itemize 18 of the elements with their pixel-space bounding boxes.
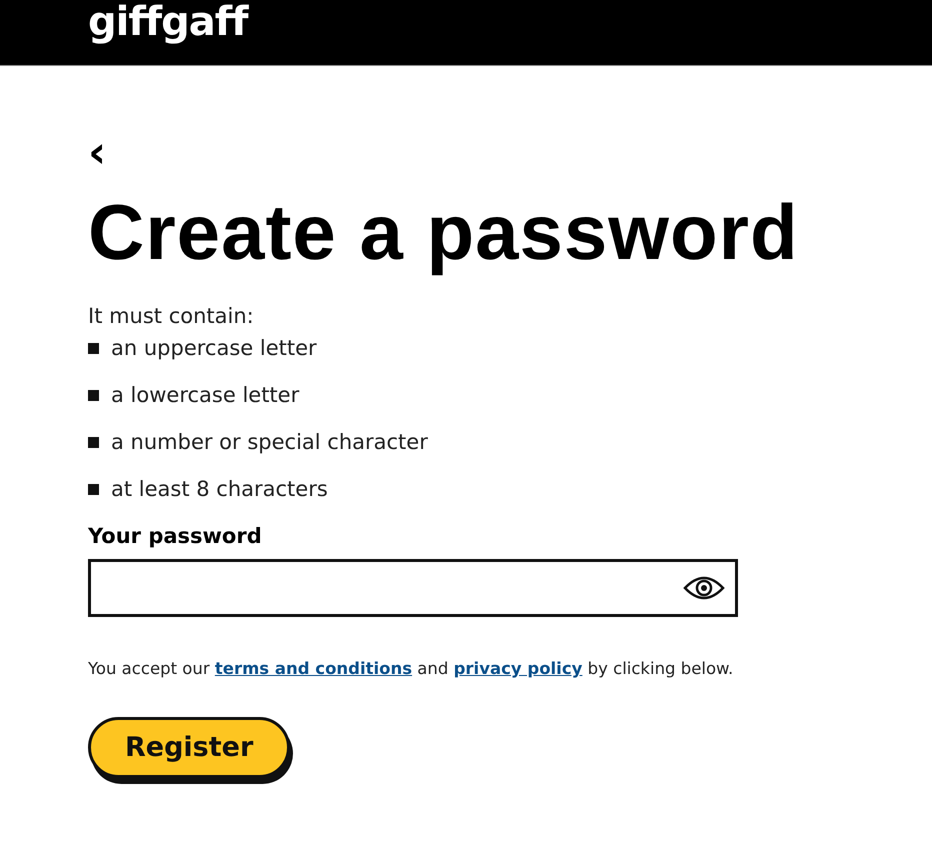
back-button[interactable]: ‹	[88, 136, 106, 170]
page-title: Create a password	[88, 187, 799, 278]
bullet-icon	[88, 390, 99, 400]
requirement-text: at least 8 characters	[111, 476, 328, 503]
bullet-icon	[88, 342, 99, 354]
bullet-icon	[88, 484, 99, 494]
brand-logo: giffgaff	[88, 0, 248, 44]
policy-link[interactable]: privacy policy	[454, 659, 582, 678]
requirement-text: a lowercase letter	[111, 382, 300, 409]
password-field[interactable]	[88, 559, 738, 617]
bullet-icon	[88, 436, 99, 448]
password-label: Your password	[88, 523, 262, 550]
requirement-text: an uppercase letter	[111, 335, 317, 362]
consent-text: You accept our terms and conditions and privacy policy by clicking below.	[88, 658, 734, 680]
eye-icon[interactable]	[683, 574, 725, 602]
requirement-text: a number or special character	[111, 429, 428, 456]
policy-link[interactable]: terms and conditions	[214, 659, 412, 678]
requirements-intro: It must contain:	[88, 303, 254, 330]
